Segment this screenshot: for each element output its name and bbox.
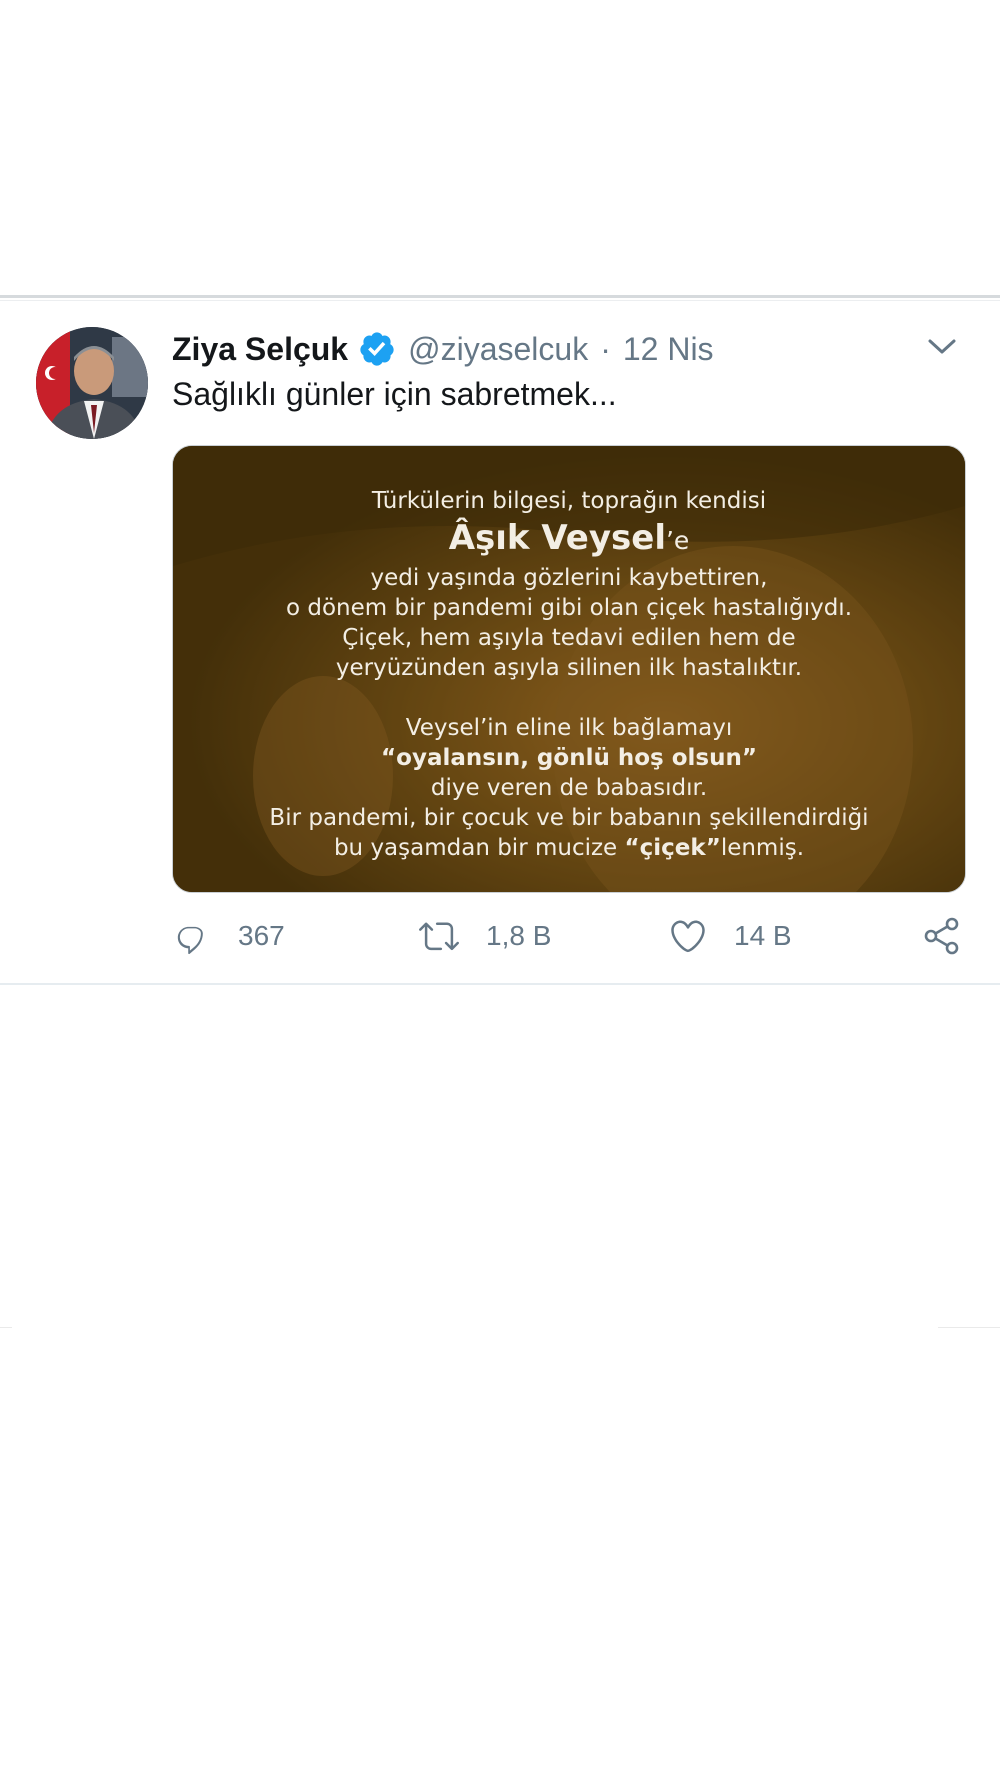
chevron-down-icon[interactable] [924,332,960,362]
media-title: Âşık Veysel’e [173,516,965,563]
media-line-bold: “oyalansın, gönlü hoş olsun” [381,745,757,771]
media-line: Çiçek, hem aşıyla tedavi edilen hem de [342,625,796,651]
media-line: yeryüzünden aşıyla silinen ilk hastalıkt… [335,655,803,681]
media-title-main: Âşık Veysel [448,518,666,558]
tweet-divider [0,983,1000,985]
reply-icon [177,926,203,955]
share-button[interactable] [922,914,962,958]
faint-divider-right [938,1327,1000,1328]
like-button[interactable]: 14 B [668,914,792,958]
media-line: Bir pandemi, bir çocuk ve bir babanın şe… [269,805,869,831]
reply-count: 367 [238,920,285,951]
media-line-part: lenmiş. [720,835,805,861]
media-gap [173,683,965,713]
media-line: Türkülerin bilgesi, toprağın kendisi [371,488,767,514]
media-line: o dönem bir pandemi gibi olan çiçek hast… [285,595,853,621]
like-count: 14 B [734,920,792,951]
media-caption: Türkülerin bilgesi, toprağın kendisi Âşı… [173,486,965,863]
page: Ziya Selçuk @ziyaselcuk · 12 Nis Sağlıkl… [0,0,1000,1778]
share-icon [924,917,959,955]
retweet-count: 1,8 B [486,920,552,951]
author-handle[interactable]: @ziyaselcuk [408,331,588,368]
media-line: Veysel’in eline ilk bağlamayı [405,715,733,741]
timeline-divider [0,295,1000,298]
media-title-suffix: ’e [665,526,690,555]
tweet-text: Sağlıklı günler için sabretmek... [172,376,617,412]
tweet-time[interactable]: 12 Nis [623,331,714,368]
media-line: yedi yaşında gözlerini kaybettiren, [370,565,768,591]
tweet-media-image[interactable]: Türkülerin bilgesi, toprağın kendisi Âşı… [172,445,966,893]
tweet-header: Ziya Selçuk @ziyaselcuk · 12 Nis [172,324,714,374]
media-line-part: bu yaşamdan bir mucize [333,835,625,861]
retweet-button[interactable]: 1,8 B [418,914,551,958]
tweet-card[interactable]: Ziya Selçuk @ziyaselcuk · 12 Nis Sağlıkl… [0,302,1000,977]
tweet-actions: 367 1,8 B 14 B [172,914,972,958]
faint-divider-left [0,1327,12,1328]
avatar[interactable] [36,327,148,439]
media-line: bu yaşamdan bir mucize “çiçek”lenmiş. [173,833,965,863]
retweet-icon [419,922,459,951]
reply-button[interactable]: 367 [172,914,285,958]
heart-icon [671,920,705,953]
author-name[interactable]: Ziya Selçuk [172,331,348,368]
timeline-divider-shadow [0,300,1000,301]
media-line-part-bold: “çiçek” [624,835,721,861]
verified-badge-icon [358,330,396,368]
media-line: diye veren de babasıdır. [430,775,708,801]
header-separator: · [600,330,611,367]
